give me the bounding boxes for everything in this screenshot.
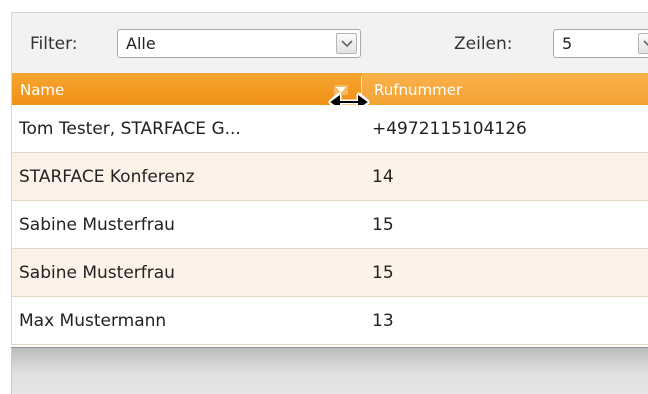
chevron-down-icon (341, 40, 353, 48)
column-header-number[interactable]: Rufnummer (362, 73, 648, 105)
table-row[interactable]: Sabine Musterfrau 15 (12, 249, 648, 297)
contact-name: Max Mustermann (19, 311, 167, 331)
phone-number: +4972115104126 (372, 119, 527, 139)
column-header-name[interactable]: Name (12, 73, 361, 105)
filter-select[interactable]: Alle (117, 29, 361, 58)
phone-number: 15 (372, 215, 394, 235)
table-footer (11, 347, 648, 394)
rows-select[interactable]: 5 (553, 29, 648, 58)
toolbar: Filter: Alle Zeilen: 5 (11, 12, 648, 73)
phone-number: 15 (372, 263, 394, 283)
phone-number: 13 (372, 311, 394, 331)
rows-select-value: 5 (562, 34, 573, 53)
filter-dropdown-button[interactable] (336, 33, 357, 54)
table-row[interactable]: Tom Tester, STARFACE G... +4972115104126 (12, 105, 648, 153)
filter-select-value: Alle (126, 34, 156, 53)
table-row[interactable]: Sabine Musterfrau 15 (12, 201, 648, 249)
contact-name: Tom Tester, STARFACE G... (19, 119, 241, 139)
contact-name: Sabine Musterfrau (19, 263, 175, 283)
contact-name: Sabine Musterfrau (19, 215, 175, 235)
table-body: Tom Tester, STARFACE G... +4972115104126… (11, 105, 648, 345)
column-header-number-label: Rufnummer (374, 81, 463, 99)
filter-label: Filter: (30, 34, 78, 54)
table-row[interactable]: Max Mustermann 13 (12, 297, 648, 345)
chevron-down-icon (643, 40, 648, 47)
table-row[interactable]: STARFACE Konferenz 14 (12, 153, 648, 201)
column-header-name-label: Name (20, 81, 65, 99)
rows-dropdown-button[interactable] (638, 33, 648, 54)
phone-number: 14 (372, 167, 394, 187)
rows-label: Zeilen: (454, 34, 513, 54)
contact-name: STARFACE Konferenz (19, 167, 195, 187)
